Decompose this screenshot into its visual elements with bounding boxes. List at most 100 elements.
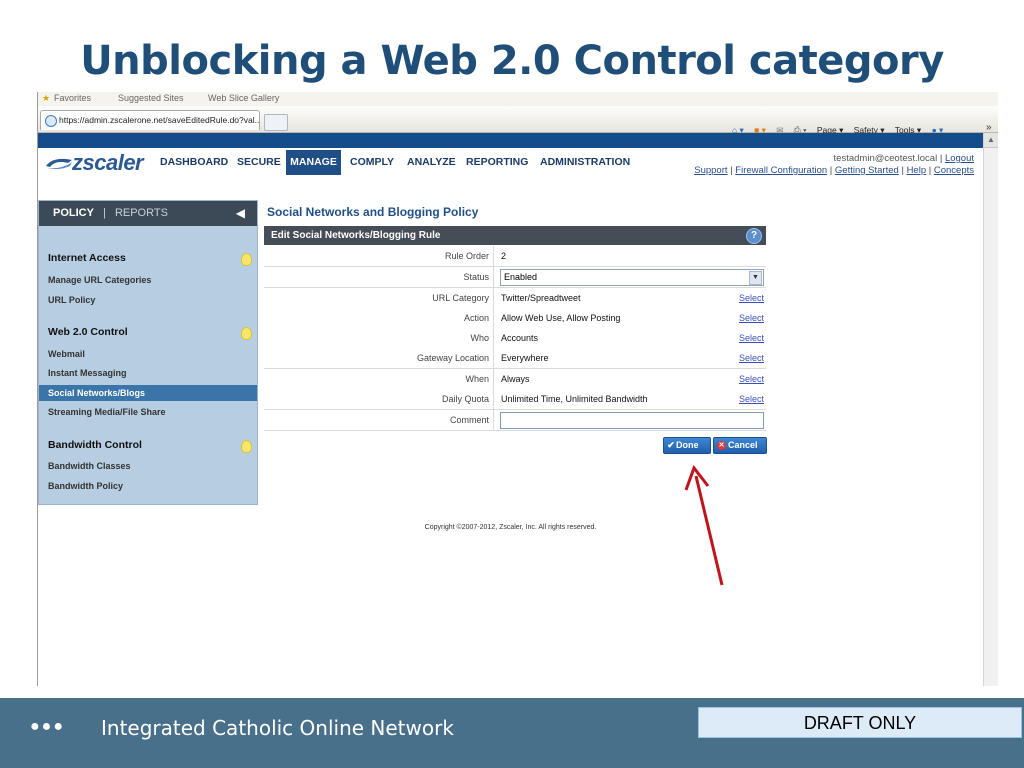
checkmark-icon: ✔ xyxy=(667,440,675,450)
comment-input[interactable] xyxy=(500,412,764,429)
done-label: Done xyxy=(676,440,699,450)
concepts-link[interactable]: Concepts xyxy=(934,165,974,176)
done-button[interactable]: ✔Done xyxy=(663,437,711,454)
browser-screenshot: ★ Favorites Suggested Sites Web Slice Ga… xyxy=(37,92,998,686)
getting-started-link[interactable]: Getting Started xyxy=(835,165,899,176)
daily-quota-label: Daily Quota xyxy=(264,389,494,409)
section-internet-access: Internet Access xyxy=(48,252,126,264)
sidebar-item-bandwidth-classes[interactable]: Bandwidth Classes xyxy=(48,461,131,471)
collapse-arrow-icon[interactable]: ◀ xyxy=(236,201,245,226)
daily-quota-select-link[interactable]: Select xyxy=(739,389,764,409)
status-select[interactable]: Enabled ▼ xyxy=(500,269,764,286)
nav-reporting[interactable]: REPORTING xyxy=(466,156,528,168)
sidebar-item-webmail[interactable]: Webmail xyxy=(48,349,85,359)
row-gateway-location: Gateway Location Everywhere Select xyxy=(264,348,766,369)
section-web20-control: Web 2.0 Control xyxy=(48,326,128,338)
url-category-label: URL Category xyxy=(264,288,494,308)
row-who: Who Accounts Select xyxy=(264,328,766,349)
nav-secure[interactable]: SECURE xyxy=(237,156,281,168)
gateway-location-value: Everywhere xyxy=(501,353,549,363)
who-label: Who xyxy=(264,328,494,348)
red-arrow-annotation xyxy=(684,464,724,586)
draft-only-badge: DRAFT ONLY xyxy=(698,707,1022,738)
sidebar-item-url-policy[interactable]: URL Policy xyxy=(48,295,95,305)
nav-comply[interactable]: COMPLY xyxy=(350,156,394,168)
favorites-bar: ★ Favorites Suggested Sites Web Slice Ga… xyxy=(38,92,998,106)
when-value: Always xyxy=(501,374,530,384)
chevron-down-icon[interactable]: ▼ xyxy=(749,271,762,285)
nav-dashboard[interactable]: DASHBOARD xyxy=(160,156,228,168)
lightbulb-icon xyxy=(241,253,252,266)
header-links: Support | Firewall Configuration | Getti… xyxy=(694,165,974,176)
gateway-location-label: Gateway Location xyxy=(264,348,494,368)
tab-reports[interactable]: REPORTS xyxy=(115,207,168,219)
zscaler-logo-icon xyxy=(46,158,72,170)
lightbulb-icon xyxy=(241,327,252,340)
lightbulb-icon xyxy=(241,440,252,453)
logout-link[interactable]: Logout xyxy=(945,153,974,164)
nav-manage[interactable]: MANAGE xyxy=(286,150,341,175)
who-select-link[interactable]: Select xyxy=(739,328,764,348)
vertical-scrollbar[interactable]: ▲ xyxy=(983,133,998,686)
page-title: Social Networks and Blogging Policy xyxy=(267,205,479,219)
help-icon[interactable]: ? xyxy=(746,228,762,244)
footer-text: Integrated Catholic Online Network xyxy=(101,716,454,740)
rule-order-value: 2 xyxy=(501,251,507,261)
support-link[interactable]: Support xyxy=(694,165,727,176)
action-select-link[interactable]: Select xyxy=(739,308,764,328)
nav-analyze[interactable]: ANALYZE xyxy=(407,156,456,168)
user-email: testadmin@ceotest.local xyxy=(833,153,938,164)
sidebar-item-manage-url-categories[interactable]: Manage URL Categories xyxy=(48,275,151,285)
url-category-value: Twitter/Spreadtweet xyxy=(501,293,581,303)
status-label: Status xyxy=(264,267,494,287)
web-slice-link[interactable]: Web Slice Gallery xyxy=(208,93,279,103)
three-dots-icon: ●●● xyxy=(30,718,65,735)
nav-administration[interactable]: ADMINISTRATION xyxy=(540,156,630,168)
sidebar-item-instant-messaging[interactable]: Instant Messaging xyxy=(48,368,127,378)
comment-label: Comment xyxy=(264,410,494,430)
scroll-up-arrow[interactable]: ▲ xyxy=(984,133,998,148)
row-daily-quota: Daily Quota Unlimited Time, Unlimited Ba… xyxy=(264,389,766,410)
url-category-select-link[interactable]: Select xyxy=(739,288,764,308)
when-select-link[interactable]: Select xyxy=(739,369,764,389)
globe-icon xyxy=(45,114,57,127)
chevron-right-icon[interactable]: » xyxy=(986,122,992,133)
daily-quota-value: Unlimited Time, Unlimited Bandwidth xyxy=(501,394,648,404)
row-comment: Comment xyxy=(264,410,766,431)
app-top-band xyxy=(38,133,983,148)
browser-tab[interactable]: https://admin.zscalerone.net/saveEditedR… xyxy=(40,110,260,130)
sidebar-item-bandwidth-policy[interactable]: Bandwidth Policy xyxy=(48,481,123,491)
favorites-link[interactable]: Favorites xyxy=(54,93,91,103)
section-bandwidth-control: Bandwidth Control xyxy=(48,439,142,451)
cancel-x-icon: ✕ xyxy=(717,441,726,451)
row-action: Action Allow Web Use, Allow Posting Sele… xyxy=(264,308,766,329)
star-icon: ★ xyxy=(42,93,51,103)
firewall-configuration-link[interactable]: Firewall Configuration xyxy=(735,165,827,176)
row-url-category: URL Category Twitter/Spreadtweet Select xyxy=(264,288,766,309)
tab-bar: https://admin.zscalerone.net/saveEditedR… xyxy=(38,106,998,135)
new-tab-button[interactable] xyxy=(264,114,288,131)
row-status: Status Enabled ▼ xyxy=(264,267,766,288)
sidebar-item-streaming-media[interactable]: Streaming Media/File Share xyxy=(48,407,166,417)
cancel-button[interactable]: ✕ Cancel xyxy=(713,437,767,454)
edit-rule-title: Edit Social Networks/Blogging Rule xyxy=(271,230,441,241)
action-label: Action xyxy=(264,308,494,328)
edit-rule-header: Edit Social Networks/Blogging Rule ? xyxy=(264,226,766,245)
slide-title: Unblocking a Web 2.0 Control category xyxy=(80,38,944,84)
zscaler-logo[interactable]: zscaler xyxy=(72,150,144,176)
user-info: testadmin@ceotest.local | Logout xyxy=(833,153,974,164)
when-label: When xyxy=(264,369,494,389)
status-value: Enabled xyxy=(504,272,538,282)
sidebar-tabs: POLICY | REPORTS ◀ xyxy=(39,201,257,226)
action-value: Allow Web Use, Allow Posting xyxy=(501,313,621,323)
tab-policy[interactable]: POLICY xyxy=(53,207,94,219)
gateway-location-select-link[interactable]: Select xyxy=(739,348,764,368)
rule-order-label: Rule Order xyxy=(264,246,494,266)
sidebar-item-social-networks[interactable]: Social Networks/Blogs xyxy=(39,385,257,401)
help-link[interactable]: Help xyxy=(907,165,927,176)
row-when: When Always Select xyxy=(264,369,766,390)
row-rule-order: Rule Order 2 xyxy=(264,246,766,267)
sidebar: POLICY | REPORTS ◀ Internet Access Manag… xyxy=(38,200,258,505)
suggested-sites-link[interactable]: Suggested Sites xyxy=(118,93,184,103)
cancel-label: Cancel xyxy=(728,440,758,450)
